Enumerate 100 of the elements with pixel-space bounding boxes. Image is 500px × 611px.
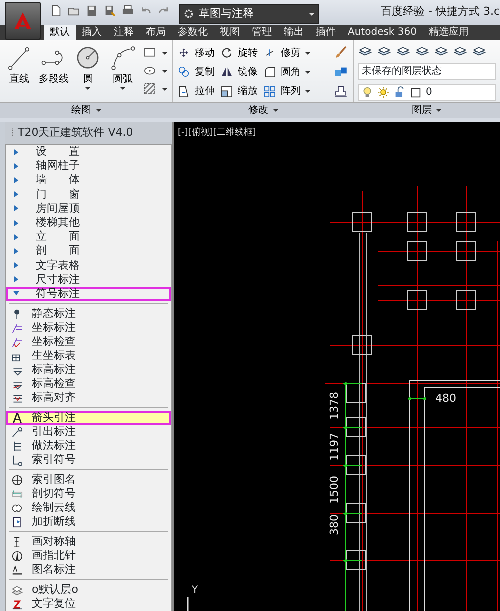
ribbon-tab[interactable]: 注释 [108, 25, 140, 40]
palette-item[interactable]: 标高检查 [6, 377, 171, 392]
palette-item[interactable]: 画对称轴 [6, 535, 171, 550]
caret-icon[interactable] [96, 109, 102, 112]
application-button[interactable] [5, 2, 41, 40]
palette-category[interactable]: 轴网柱子 [6, 159, 171, 174]
palette-category[interactable]: 尺寸标注 [6, 272, 171, 287]
modify-tool-button[interactable]: 移动 [177, 44, 215, 62]
crosshair-circle-icon [11, 474, 24, 487]
caret-icon[interactable] [436, 109, 442, 112]
palette-category[interactable]: 符号标注 [6, 286, 171, 302]
caret-icon[interactable] [272, 109, 278, 112]
modify-tool-button[interactable]: 修剪 [263, 44, 311, 62]
palette-item[interactable]: 坐标标注 [6, 321, 171, 336]
palette-item[interactable]: 做法标注 [6, 439, 171, 454]
palette-category[interactable]: 楼梯其他 [6, 216, 171, 230]
caret-icon[interactable] [162, 88, 168, 90]
caret-icon[interactable] [162, 52, 168, 54]
ribbon-tab[interactable]: 视图 [214, 25, 246, 40]
draw-tool-button[interactable]: 直线 [4, 44, 34, 102]
move-icon [177, 46, 191, 60]
coordinate-check-icon [11, 336, 24, 349]
leader-icon [11, 426, 24, 439]
modify-tool-button[interactable]: 阵列 [263, 82, 311, 101]
scale-icon [220, 84, 234, 99]
workspace-dropdown[interactable]: 草图与注释 [179, 4, 319, 24]
panel-title-button[interactable]: 修改 [248, 103, 278, 118]
caret-icon[interactable] [162, 70, 168, 72]
draw-tool-button[interactable]: 多段线 [38, 44, 69, 102]
save-as-icon[interactable] [103, 4, 117, 18]
dimension-text: 1378 [328, 392, 341, 420]
ribbon-tab[interactable]: 布局 [140, 25, 172, 40]
palette-item[interactable]: 静态标注 [6, 307, 171, 322]
save-icon[interactable] [85, 4, 99, 18]
palette-item[interactable]: 文字复位 [6, 597, 171, 611]
palette-category[interactable]: 立 面 [6, 230, 171, 244]
modify-tool-button[interactable]: 镜像 [220, 63, 258, 82]
palette-item[interactable]: 加折断线 [6, 515, 171, 530]
caret-icon[interactable] [305, 90, 311, 94]
palette-category[interactable]: 门 窗 [6, 188, 171, 202]
palette-item[interactable]: 索引符号 [6, 453, 171, 468]
index-mark-icon [11, 454, 24, 467]
palette-item[interactable]: 绘制云线 [6, 501, 171, 516]
layer-dropdown[interactable]: 0 [358, 84, 496, 101]
letter-icon [11, 412, 24, 425]
ribbon-tab[interactable]: 默认 [44, 25, 76, 40]
palette-item[interactable]: 剖切符号 [6, 487, 171, 502]
layer-stack-icon [11, 584, 24, 597]
palette-category[interactable]: 墙 体 [6, 173, 171, 188]
caret-icon[interactable] [305, 52, 311, 54]
section-mark-icon [11, 488, 24, 501]
viewport-label[interactable]: [-][俯视][二维线框] [178, 127, 256, 140]
palette-item[interactable]: 图名标注 [6, 563, 171, 578]
rotate-icon [220, 46, 234, 60]
new-file-icon[interactable] [49, 4, 63, 18]
modify-tool-button[interactable]: 拉伸 [177, 82, 215, 101]
palette-item[interactable]: 箭头引注 [6, 411, 171, 426]
ribbon-tab[interactable]: 管理 [246, 25, 278, 40]
ribbon-tab[interactable]: 插入 [76, 25, 108, 40]
layer-state-dropdown[interactable]: 未保存的图层状态 [358, 63, 496, 80]
stretch-icon [177, 84, 191, 99]
palette-item[interactable]: 生坐标表 [6, 349, 171, 364]
draw-tool-button[interactable]: 圆弧 [108, 44, 138, 102]
modify-tool-button[interactable]: 复制 [177, 63, 215, 82]
gear-icon [183, 8, 195, 20]
palette-title: T20天正建筑软件 V4.0 [18, 125, 134, 141]
ribbon-tab[interactable]: 精选应用 [422, 25, 475, 40]
window-title: 百度经验 - 快捷方式 3.c [380, 4, 500, 20]
caret-icon[interactable] [85, 87, 92, 90]
palette-item[interactable]: 引出标注 [6, 425, 171, 440]
palette-item[interactable]: 坐标检查 [6, 335, 171, 350]
palette-category[interactable]: 剖 面 [6, 244, 171, 258]
ribbon-tab[interactable]: 输出 [278, 25, 310, 40]
stamp-icon[interactable] [333, 84, 349, 100]
caret-icon[interactable] [120, 87, 126, 90]
caret-icon[interactable] [305, 70, 311, 74]
padlock-icon [394, 86, 406, 99]
palette-item[interactable]: 标高对齐 [6, 391, 171, 406]
palette-category[interactable]: 房间屋顶 [6, 202, 171, 216]
palette-item[interactable]: 画指北针 [6, 549, 171, 564]
palette-item[interactable]: 索引图名 [6, 473, 171, 488]
brush-icon[interactable] [333, 44, 349, 60]
ribbon-tab[interactable]: 参数化 [172, 25, 214, 40]
copy-icon [177, 65, 191, 80]
palette-category[interactable]: 设 置 [6, 145, 171, 160]
palette-item[interactable]: o默认层o [6, 583, 171, 598]
lightbulb-icon [362, 86, 373, 99]
hatch-icon [142, 81, 158, 97]
panel-title-button[interactable]: 绘图 [72, 103, 102, 118]
draw-tool-button[interactable]: 圆 [73, 44, 104, 102]
modify-tool-button[interactable]: 旋转 [220, 44, 258, 62]
modify-tool-button[interactable]: 圆角 [263, 63, 311, 82]
grip-icon [11, 127, 14, 139]
panel-title-button[interactable]: 图层 [412, 103, 442, 118]
palette-item[interactable]: 标高标注 [6, 363, 171, 378]
ribbon-tab[interactable]: Autodesk 360 [342, 25, 423, 40]
ribbon-tab[interactable]: 插件 [310, 25, 342, 40]
sun-icon [377, 86, 390, 99]
palette-category[interactable]: 文字表格 [6, 258, 171, 273]
modify-tool-button[interactable]: 缩放 [220, 82, 258, 101]
